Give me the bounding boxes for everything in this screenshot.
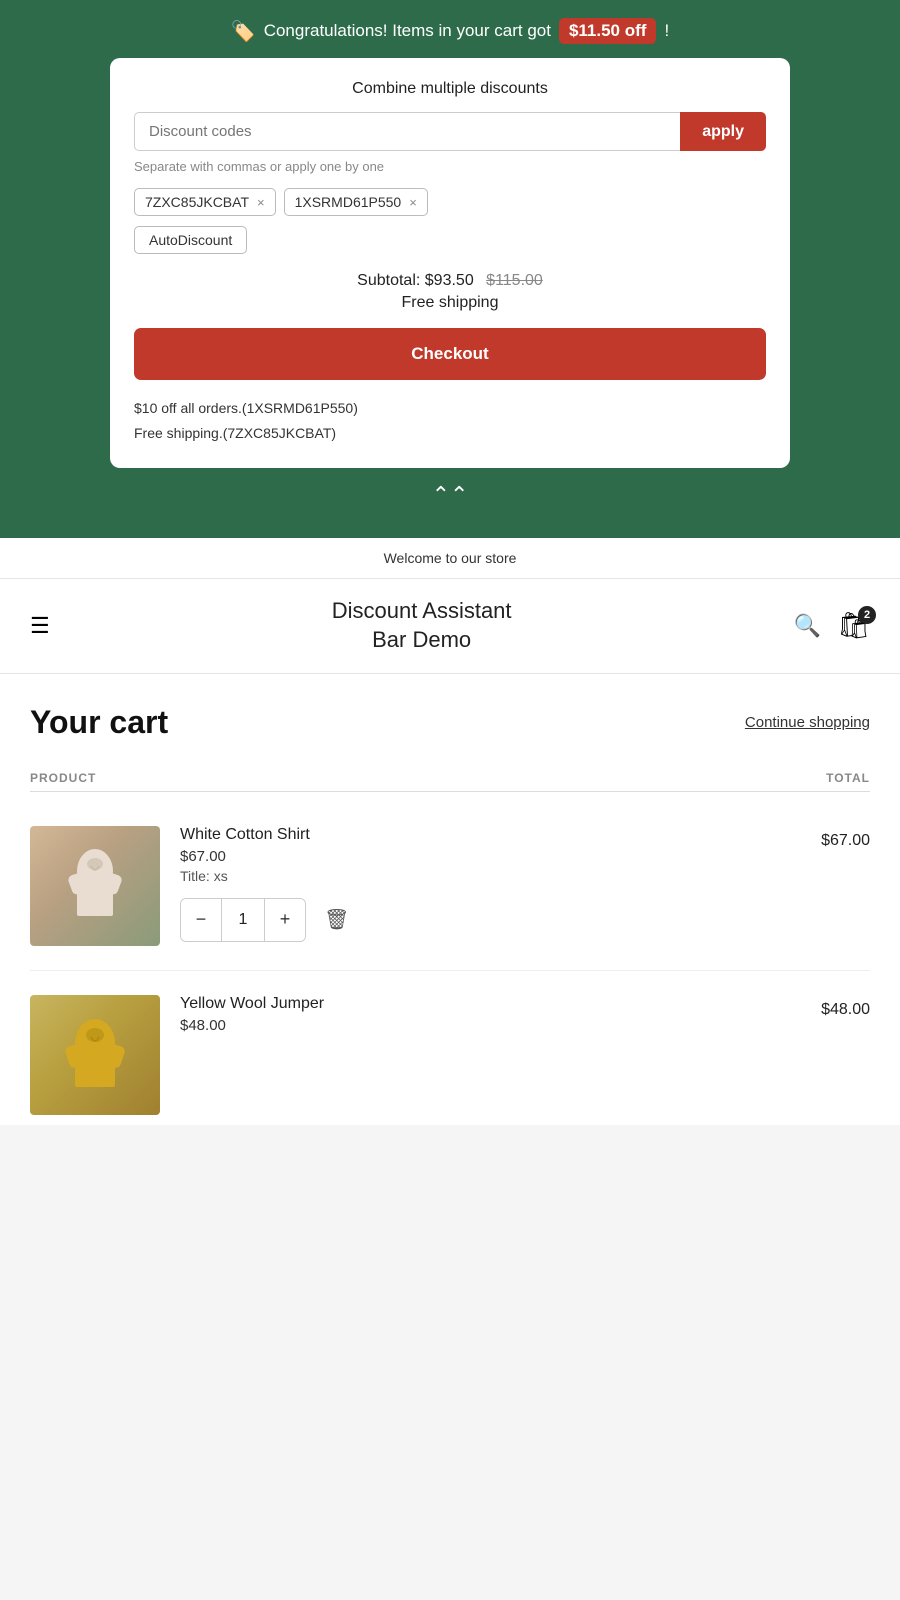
search-icon[interactable]: 🔍 bbox=[794, 613, 821, 639]
store-nav: ☰ Discount AssistantBar Demo 🔍 🛍 2 bbox=[0, 579, 900, 673]
apply-button[interactable]: apply bbox=[680, 112, 766, 151]
item-image-2 bbox=[30, 995, 160, 1115]
collapse-bar-button[interactable]: ⌃⌃ bbox=[110, 468, 790, 518]
auto-discount-row: AutoDiscount bbox=[134, 226, 766, 254]
item-name-1: White Cotton Shirt bbox=[180, 826, 801, 844]
jumper-svg bbox=[55, 1015, 135, 1095]
discount-bar-outer: 🏷️ Congratulations! Items in your cart g… bbox=[0, 0, 900, 538]
welcome-bar: Welcome to our store bbox=[0, 538, 900, 579]
discount-note-2: Free shipping.(7ZXC85JKCBAT) bbox=[134, 421, 766, 446]
discount-input[interactable] bbox=[134, 112, 680, 151]
item-image-1 bbox=[30, 826, 160, 946]
item-price-1: $67.00 bbox=[180, 848, 801, 865]
code-tag-1-remove[interactable]: × bbox=[257, 195, 265, 210]
col-product-header: PRODUCT bbox=[30, 771, 96, 785]
qty-decrease-1[interactable]: − bbox=[181, 899, 221, 941]
free-shipping-label: Free shipping bbox=[134, 294, 766, 312]
subtotal-label: Subtotal: bbox=[357, 272, 420, 289]
discount-hint: Separate with commas or apply one by one bbox=[134, 159, 766, 174]
discount-note-1: $10 off all orders.(1XSRMD61P550) bbox=[134, 396, 766, 421]
shirt-svg bbox=[55, 846, 135, 926]
cart-item-1: White Cotton Shirt $67.00 Title: xs − + … bbox=[30, 802, 870, 971]
cart-table-header: PRODUCT TOTAL bbox=[30, 765, 870, 792]
item-details-2: Yellow Wool Jumper $48.00 bbox=[180, 995, 801, 1037]
subtotal-original: $115.00 bbox=[486, 272, 543, 289]
auto-discount-tag: AutoDiscount bbox=[134, 226, 247, 254]
discount-amount: $11.50 off bbox=[559, 18, 657, 44]
cart-page: Your cart Continue shopping PRODUCT TOTA… bbox=[0, 674, 900, 1125]
item-variant-1: Title: xs bbox=[180, 868, 801, 884]
item-details-1: White Cotton Shirt $67.00 Title: xs − + … bbox=[180, 826, 801, 942]
item-total-1: $67.00 bbox=[821, 826, 870, 850]
code-tag-1-label: 7ZXC85JKCBAT bbox=[145, 194, 249, 210]
qty-control-1: − + bbox=[180, 898, 306, 942]
banner-text: Congratulations! Items in your cart got bbox=[264, 21, 551, 41]
nav-icons: 🔍 🛍 2 bbox=[794, 610, 870, 641]
qty-row-1: − + 🗑 bbox=[180, 898, 801, 942]
subtotal-price: $93.50 bbox=[425, 272, 474, 289]
store-title: Discount AssistantBar Demo bbox=[332, 597, 512, 654]
code-tags: 7ZXC85JKCBAT × 1XSRMD61P550 × bbox=[134, 188, 766, 216]
code-tag-1: 7ZXC85JKCBAT × bbox=[134, 188, 276, 216]
cart-title: Your cart bbox=[30, 704, 168, 741]
delete-item-1[interactable]: 🗑 bbox=[320, 903, 353, 936]
item-price-2: $48.00 bbox=[180, 1017, 801, 1034]
continue-shopping-link[interactable]: Continue shopping bbox=[745, 714, 870, 731]
banner-exclamation: ! bbox=[664, 21, 669, 41]
cart-badge: 2 bbox=[858, 606, 876, 624]
discount-badge-icon: 🏷️ bbox=[231, 19, 256, 44]
qty-value-1[interactable] bbox=[221, 899, 265, 941]
chevron-up-icon: ⌃⌃ bbox=[432, 482, 469, 507]
cart-item-2: Yellow Wool Jumper $48.00 $48.00 bbox=[30, 971, 870, 1125]
code-tag-2-label: 1XSRMD61P550 bbox=[295, 194, 402, 210]
item-name-2: Yellow Wool Jumper bbox=[180, 995, 801, 1013]
checkout-button[interactable]: Checkout bbox=[134, 328, 766, 380]
discount-input-row: apply bbox=[134, 112, 766, 151]
combine-title: Combine multiple discounts bbox=[134, 80, 766, 98]
code-tag-2-remove[interactable]: × bbox=[409, 195, 417, 210]
item-total-2: $48.00 bbox=[821, 995, 870, 1019]
discount-notes: $10 off all orders.(1XSRMD61P550) Free s… bbox=[134, 396, 766, 446]
cart-header: Your cart Continue shopping bbox=[30, 704, 870, 741]
discount-panel: Combine multiple discounts apply Separat… bbox=[110, 58, 790, 468]
hamburger-icon[interactable]: ☰ bbox=[30, 613, 50, 639]
discount-banner: 🏷️ Congratulations! Items in your cart g… bbox=[110, 0, 790, 58]
col-total-header: TOTAL bbox=[826, 771, 870, 785]
subtotal-row: Subtotal: $93.50 $115.00 bbox=[134, 272, 766, 290]
code-tag-2: 1XSRMD61P550 × bbox=[284, 188, 428, 216]
qty-increase-1[interactable]: + bbox=[265, 899, 305, 941]
cart-icon-wrap[interactable]: 🛍 2 bbox=[837, 610, 870, 641]
